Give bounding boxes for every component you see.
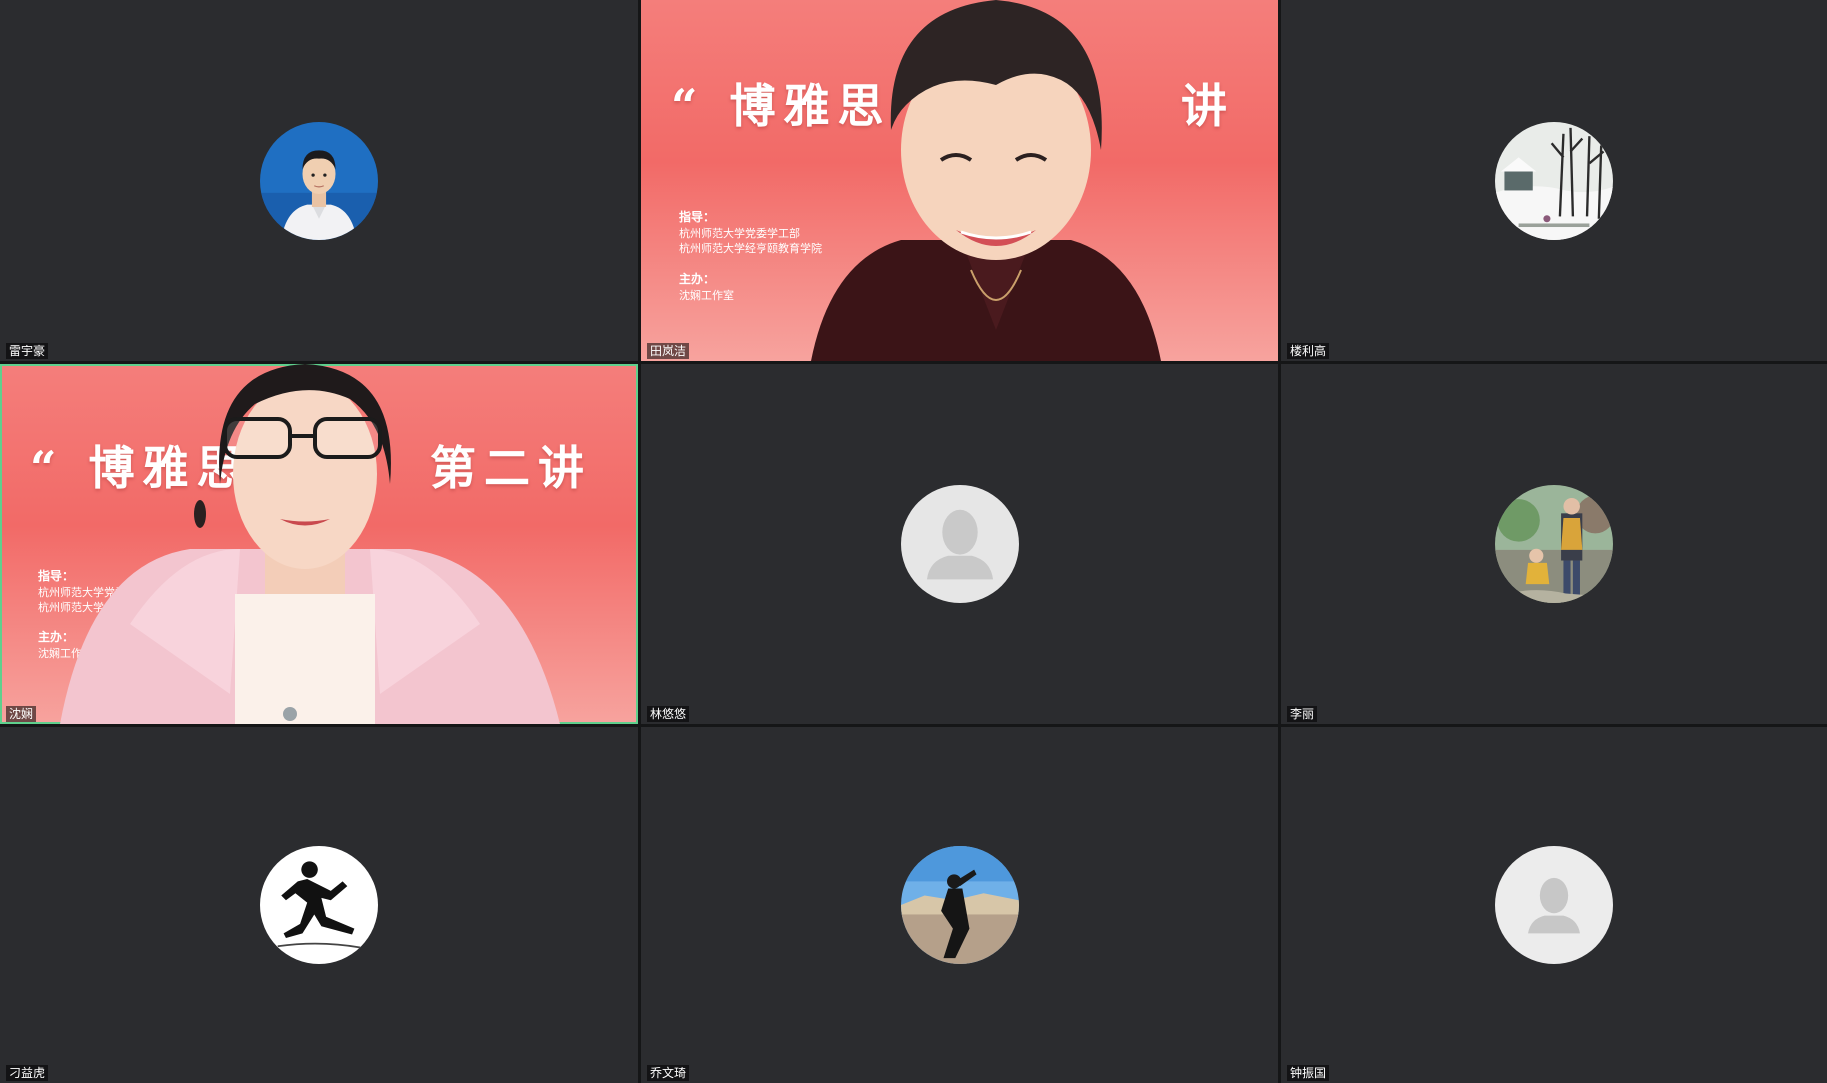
profile-photo-icon	[260, 121, 378, 240]
banner-title-right: 讲	[1181, 79, 1235, 133]
participant-name: 钟振国	[1287, 1065, 1330, 1081]
participant-name: 楼利高	[1287, 343, 1330, 359]
participant-tile-1[interactable]: 雷宇豪	[0, 0, 638, 361]
participant-name: 李丽	[1287, 706, 1318, 722]
participant-name: 雷宇豪	[6, 343, 49, 359]
runner-sketch-icon	[260, 846, 378, 964]
participant-tile-6[interactable]: 李丽	[1281, 364, 1827, 724]
participant-tile-3[interactable]: 楼利高	[1281, 0, 1827, 361]
participant-tile-8[interactable]: 乔文琦	[641, 727, 1278, 1083]
participant-name: 田岚洁	[647, 343, 690, 359]
banner-host-line: 沈娴工作室	[679, 289, 734, 302]
video-grid: 雷宇豪 “ 博雅思 讲 指导： 杭州师范大学党委学工部 杭州师范大学经亨颐教育学…	[0, 0, 1827, 1083]
participant-tile-2[interactable]: “ 博雅思 讲 指导： 杭州师范大学党委学工部 杭州师范大学经亨颐教育学院 主办…	[641, 0, 1278, 361]
participant-name: 刁益虎	[6, 1065, 49, 1081]
family-photo-icon	[1495, 485, 1613, 603]
default-user-icon	[900, 485, 1019, 603]
banner-guide-line1: 杭州师范大学党委学工部	[679, 227, 800, 240]
banner-guide-label: 指导：	[679, 210, 716, 224]
default-user-icon	[1495, 846, 1613, 964]
banner-host-label: 主办：	[679, 272, 716, 286]
speaker-video-icon	[60, 364, 560, 724]
participant-tile-5[interactable]: 林悠悠	[641, 364, 1278, 724]
participant-tile-4[interactable]: “ 博雅思 第二讲 指导： 杭州师范大学党委学工部 杭州师范大学经 主办： 沈娴…	[0, 364, 638, 724]
winter-scene-icon	[1495, 121, 1613, 240]
participant-name: 乔文琦	[647, 1065, 690, 1081]
participant-name: 沈娴	[6, 706, 37, 722]
participant-name: 林悠悠	[647, 706, 690, 722]
participant-tile-7[interactable]: 刁益虎	[0, 727, 638, 1083]
speaker-video-icon	[811, 0, 1161, 361]
participant-tile-9[interactable]: 钟振国	[1281, 727, 1827, 1083]
desert-photo-icon	[900, 846, 1019, 964]
